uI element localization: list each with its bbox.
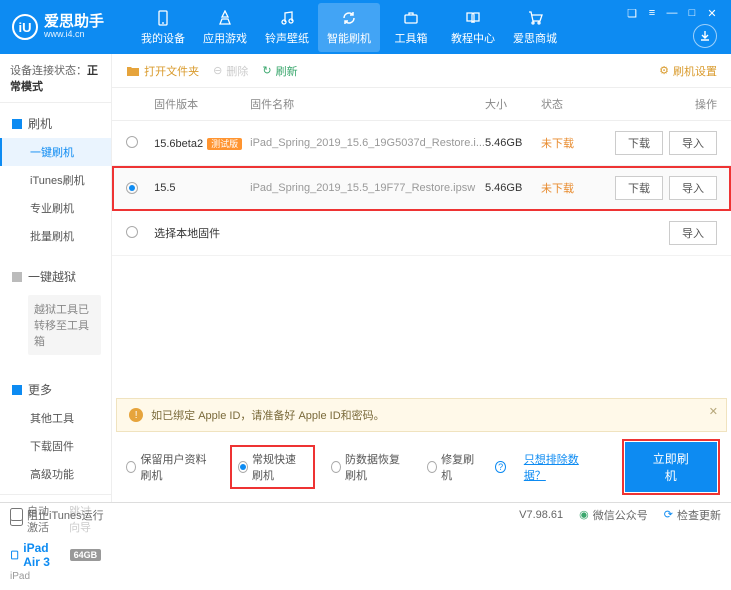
import-button[interactable]: 导入 <box>669 221 717 245</box>
opt-keep-data[interactable]: 保留用户资料刷机 <box>126 451 214 483</box>
titlebar: iU 爱思助手 www.i4.cn 我的设备 应用游戏 铃声壁纸 智能刷机 工具… <box>0 0 731 54</box>
window-controls: ❏ ≡ — □ ✕ <box>625 6 719 20</box>
row-radio[interactable] <box>126 226 138 238</box>
tablet-icon <box>10 549 19 561</box>
phone-icon <box>154 9 172 27</box>
firmware-row[interactable]: 15.5 iPad_Spring_2019_15.5_19F77_Restore… <box>112 166 731 211</box>
refresh-icon: ↻ <box>262 64 271 77</box>
gear-icon: ⚙ <box>659 64 669 77</box>
square-icon <box>12 385 22 395</box>
firmware-status: 未下载 <box>541 180 597 196</box>
refresh-button[interactable]: ↻刷新 <box>262 63 297 79</box>
device-name[interactable]: iPad Air 3 64GB <box>10 541 101 569</box>
book-icon <box>464 9 482 27</box>
th-size: 大小 <box>485 96 541 112</box>
folder-icon <box>126 64 140 78</box>
storage-badge: 64GB <box>70 549 102 561</box>
nav-apps[interactable]: 应用游戏 <box>194 3 256 52</box>
sidebar: 设备连接状态：正常模式 刷机 一键刷机 iTunes刷机 专业刷机 批量刷机 一… <box>0 54 112 502</box>
opt-recovery[interactable]: 防数据恢复刷机 <box>331 451 409 483</box>
minimize-icon[interactable]: — <box>665 6 679 20</box>
jailbreak-note: 越狱工具已转移至工具箱 <box>28 295 101 355</box>
open-folder-button[interactable]: 打开文件夹 <box>126 63 199 79</box>
nav-tutorials[interactable]: 教程中心 <box>442 3 504 52</box>
th-version: 固件版本 <box>154 96 250 112</box>
version-label: V7.98.61 <box>519 509 563 521</box>
nav-ringtones[interactable]: 铃声壁纸 <box>256 3 318 52</box>
sidebar-item-pro[interactable]: 专业刷机 <box>0 194 111 222</box>
opt-repair[interactable]: 修复刷机 <box>427 451 477 483</box>
firmware-status: 未下载 <box>541 135 597 151</box>
app-logo: iU <box>12 14 38 40</box>
feedback-icon[interactable]: ❏ <box>625 6 639 20</box>
toolbox-icon <box>402 9 420 27</box>
nav-toolbox[interactable]: 工具箱 <box>380 3 442 52</box>
firmware-row[interactable]: 15.6beta2测试版 iPad_Spring_2019_15.6_19G50… <box>112 121 731 166</box>
firmware-size: 5.46GB <box>485 137 541 149</box>
import-button[interactable]: 导入 <box>669 176 717 200</box>
cart-icon <box>526 9 544 27</box>
nav-flash[interactable]: 智能刷机 <box>318 3 380 52</box>
th-status: 状态 <box>541 96 597 112</box>
close-icon[interactable]: ✕ <box>705 6 719 20</box>
sidebar-item-advanced[interactable]: 高级功能 <box>0 460 111 488</box>
toolbar: 打开文件夹 ⊖删除 ↻刷新 ⚙刷机设置 <box>112 54 731 88</box>
top-nav: 我的设备 应用游戏 铃声壁纸 智能刷机 工具箱 教程中心 爱思商城 <box>132 3 566 52</box>
flash-now-button[interactable]: 立即刷机 <box>625 442 717 492</box>
firmware-size: 5.46GB <box>485 182 541 194</box>
table-header: 固件版本 固件名称 大小 状态 操作 <box>112 88 731 121</box>
refresh-icon <box>340 9 358 27</box>
sidebar-item-itunes[interactable]: iTunes刷机 <box>0 166 111 194</box>
firmware-name: iPad_Spring_2019_15.6_19G5037d_Restore.i… <box>250 137 485 149</box>
local-firmware-row[interactable]: 选择本地固件 导入 <box>112 211 731 256</box>
check-update-link[interactable]: ⟳检查更新 <box>664 507 721 523</box>
download-button[interactable]: 下载 <box>615 131 663 155</box>
menu-icon[interactable]: ≡ <box>645 6 659 20</box>
wechat-icon: ◉ <box>579 508 589 521</box>
nav-mall[interactable]: 爱思商城 <box>504 3 566 52</box>
brand-url: www.i4.cn <box>44 30 104 40</box>
sidebar-item-batch[interactable]: 批量刷机 <box>0 222 111 250</box>
square-icon <box>12 119 22 129</box>
download-button[interactable]: 下载 <box>615 176 663 200</box>
delete-icon: ⊖ <box>213 64 222 77</box>
flash-settings-button[interactable]: ⚙刷机设置 <box>659 63 717 79</box>
firmware-name: iPad_Spring_2019_15.5_19F77_Restore.ipsw <box>250 182 485 194</box>
sidebar-head-more[interactable]: 更多 <box>0 375 111 404</box>
apps-icon <box>216 9 234 27</box>
sidebar-head-jailbreak[interactable]: 一键越狱 <box>0 262 111 291</box>
brand-name: 爱思助手 <box>44 14 104 31</box>
main-panel: 打开文件夹 ⊖删除 ↻刷新 ⚙刷机设置 固件版本 固件名称 大小 状态 操作 1… <box>112 54 731 502</box>
block-itunes-checkbox[interactable]: 阻止iTunes运行 <box>10 507 104 523</box>
beta-badge: 测试版 <box>207 138 242 150</box>
sidebar-item-download-fw[interactable]: 下载固件 <box>0 432 111 460</box>
wechat-link[interactable]: ◉微信公众号 <box>579 507 648 523</box>
update-icon: ⟳ <box>664 508 673 521</box>
info-icon[interactable]: ? <box>495 461 505 473</box>
warning-icon: ! <box>129 408 143 422</box>
brand-block: 爱思助手 www.i4.cn <box>44 14 104 40</box>
opt-normal[interactable]: 常规快速刷机 <box>232 447 313 487</box>
th-name: 固件名称 <box>250 96 485 112</box>
music-icon <box>278 9 296 27</box>
th-ops: 操作 <box>597 96 717 112</box>
nav-my-device[interactable]: 我的设备 <box>132 3 194 52</box>
row-radio[interactable] <box>126 136 138 148</box>
connection-status: 设备连接状态：正常模式 <box>0 54 111 103</box>
maximize-icon[interactable]: □ <box>685 6 699 20</box>
sidebar-item-oneclick[interactable]: 一键刷机 <box>0 138 111 166</box>
square-icon <box>12 272 22 282</box>
import-button[interactable]: 导入 <box>669 131 717 155</box>
download-manager-icon[interactable] <box>693 24 717 48</box>
appleid-warning: ! 如已绑定 Apple ID，请准备好 Apple ID和密码。 ✕ <box>116 398 727 432</box>
delete-button[interactable]: ⊖删除 <box>213 63 248 79</box>
close-warning-icon[interactable]: ✕ <box>709 405 718 418</box>
exclude-data-link[interactable]: 只想排除数据？ <box>524 451 589 483</box>
device-type: iPad <box>10 571 101 582</box>
sidebar-head-flash[interactable]: 刷机 <box>0 109 111 138</box>
sidebar-item-other-tools[interactable]: 其他工具 <box>0 404 111 432</box>
flash-options: 保留用户资料刷机 常规快速刷机 防数据恢复刷机 修复刷机 ? 只想排除数据？ 立… <box>112 432 731 502</box>
row-radio[interactable] <box>126 182 138 194</box>
